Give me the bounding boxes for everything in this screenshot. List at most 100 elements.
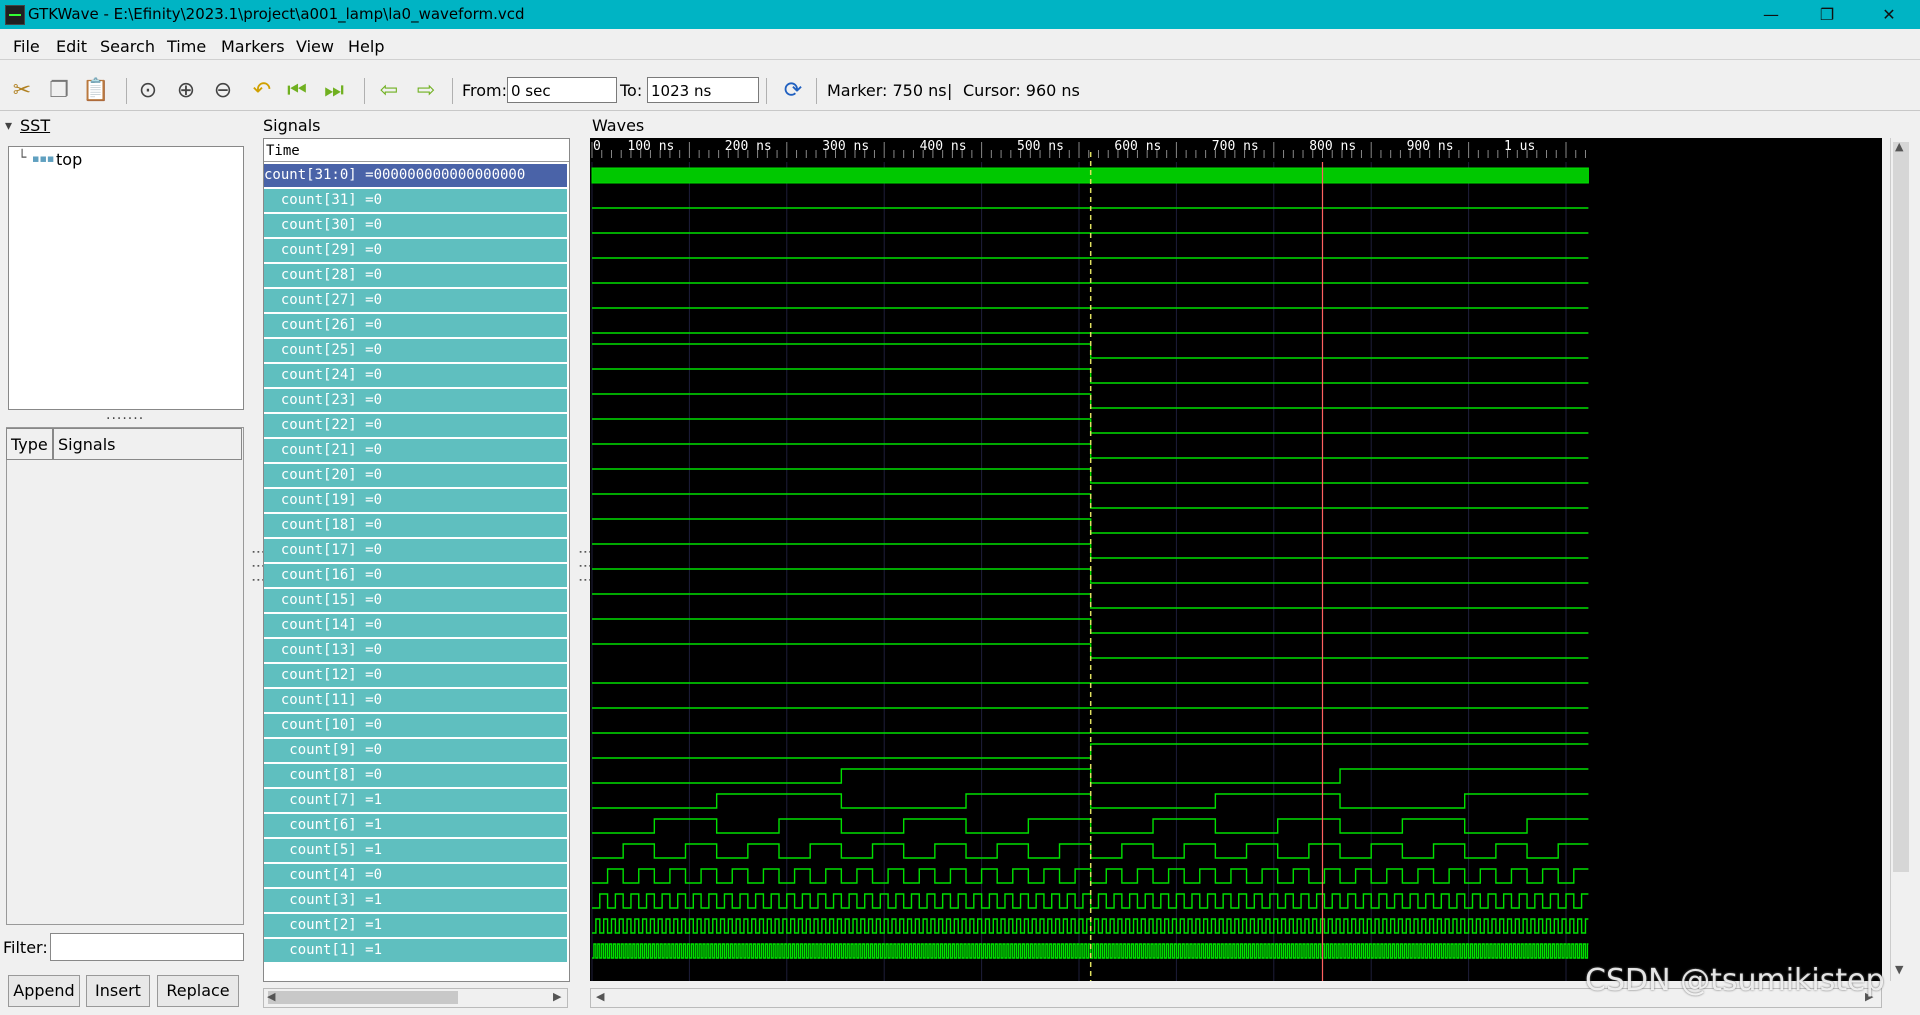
signal-row[interactable]: count[17] =0 xyxy=(264,539,567,562)
ruler-label: 800 ns xyxy=(1309,139,1356,154)
signal-row[interactable]: count[19] =0 xyxy=(264,489,567,512)
signal-row[interactable]: count[27] =0 xyxy=(264,289,567,312)
ruler-label: 600 ns xyxy=(1114,139,1161,154)
type-column-header[interactable]: Type xyxy=(6,428,53,460)
signal-row[interactable]: count[3] =1 xyxy=(264,889,567,912)
time-row-header: Time xyxy=(264,141,569,162)
signal-row[interactable]: count[31] =0 xyxy=(264,189,567,212)
waves-vscroll-thumb[interactable] xyxy=(1893,142,1909,872)
pane-resize-handle[interactable]: ······· xyxy=(106,411,144,427)
ruler-label: 300 ns xyxy=(822,139,869,154)
signal-row[interactable]: count[21] =0 xyxy=(264,439,567,462)
collapse-arrow-icon[interactable]: ▾ xyxy=(5,118,12,134)
gtkwave-app-icon xyxy=(5,5,25,25)
signal-row[interactable]: count[9] =0 xyxy=(264,739,567,762)
type-signals-list[interactable] xyxy=(6,427,244,925)
waves-panel-title: Waves xyxy=(592,116,645,135)
paste-icon[interactable]: 📋 xyxy=(82,76,110,104)
from-label: From: xyxy=(462,81,508,100)
toolbar-separator xyxy=(766,78,767,104)
signals-column-header[interactable]: Signals xyxy=(53,428,242,460)
tree-line-icon: └ xyxy=(18,150,27,166)
replace-button[interactable]: Replace xyxy=(157,975,239,1007)
zoom-end-icon[interactable]: ⏭ xyxy=(320,76,348,104)
signal-row[interactable]: count[15] =0 xyxy=(264,589,567,612)
from-time-input[interactable]: 0 sec xyxy=(507,77,617,103)
copy-icon[interactable]: ❐ xyxy=(45,76,73,104)
toolbar-separator xyxy=(126,78,127,104)
menu-bar xyxy=(0,29,1920,60)
undo-zoom-icon[interactable]: ↶ xyxy=(248,76,276,104)
minimize-button[interactable]: — xyxy=(1744,0,1798,29)
menu-file[interactable]: File xyxy=(13,37,40,56)
tree-item-top[interactable]: top xyxy=(56,150,82,169)
ruler-label: 100 ns xyxy=(627,139,674,154)
signal-row[interactable]: count[29] =0 xyxy=(264,239,567,262)
signal-row[interactable]: count[28] =0 xyxy=(264,264,567,287)
menu-search[interactable]: Search xyxy=(100,37,155,56)
signal-row[interactable]: count[6] =1 xyxy=(264,814,567,837)
zoom-in-icon[interactable]: ⊕ xyxy=(172,76,200,104)
signal-row-bus[interactable]: count[31:0] =000000000000000000 xyxy=(264,164,567,187)
zoom-start-icon[interactable]: ⏮ xyxy=(283,76,311,104)
insert-button[interactable]: Insert xyxy=(86,975,150,1007)
scroll-up-icon[interactable]: ▲ xyxy=(1895,140,1903,153)
signal-row[interactable]: count[4] =0 xyxy=(264,864,567,887)
waves-scroll-left-icon[interactable]: ◀ xyxy=(596,990,604,1003)
signal-row[interactable]: count[25] =0 xyxy=(264,339,567,362)
signal-row[interactable]: count[16] =0 xyxy=(264,564,567,587)
zoom-out-icon[interactable]: ⊖ xyxy=(209,76,237,104)
ruler-label: 0 xyxy=(593,139,601,154)
ruler-label: 900 ns xyxy=(1407,139,1454,154)
marker-readout: Marker: 750 ns xyxy=(827,81,947,100)
scroll-down-icon[interactable]: ▼ xyxy=(1895,963,1903,976)
signals-scroll-thumb[interactable] xyxy=(268,991,458,1004)
menu-edit[interactable]: Edit xyxy=(56,37,87,56)
signal-row[interactable]: count[12] =0 xyxy=(264,664,567,687)
signal-row[interactable]: count[11] =0 xyxy=(264,689,567,712)
signal-row[interactable]: count[14] =0 xyxy=(264,614,567,637)
zoom-fit-icon[interactable]: ⊙ xyxy=(134,76,162,104)
filter-input[interactable] xyxy=(50,933,244,961)
watermark: CSDN @tsumikistep xyxy=(1585,963,1885,998)
toolbar-separator xyxy=(816,78,817,104)
menu-view[interactable]: View xyxy=(296,37,334,56)
next-edge-icon[interactable]: ⇨ xyxy=(412,76,440,104)
signals-panel-title: Signals xyxy=(263,116,321,135)
append-button[interactable]: Append xyxy=(8,975,80,1007)
signal-row[interactable]: count[18] =0 xyxy=(264,514,567,537)
close-button[interactable]: ✕ xyxy=(1862,0,1916,29)
to-time-input[interactable]: 1023 ns xyxy=(647,77,759,103)
menu-time[interactable]: Time xyxy=(167,37,206,56)
signal-row[interactable]: count[7] =1 xyxy=(264,789,567,812)
prev-edge-icon[interactable]: ⇦ xyxy=(375,76,403,104)
menu-help[interactable]: Help xyxy=(348,37,384,56)
signal-row[interactable]: count[24] =0 xyxy=(264,364,567,387)
signal-row[interactable]: count[13] =0 xyxy=(264,639,567,662)
menu-markers[interactable]: Markers xyxy=(221,37,285,56)
signal-row[interactable]: count[30] =0 xyxy=(264,214,567,237)
signal-row[interactable]: count[26] =0 xyxy=(264,314,567,337)
scroll-right-icon[interactable]: ▶ xyxy=(553,990,561,1003)
waveform-canvas[interactable]: 0 100 ns 200 ns 300 ns 400 ns 500 ns 600 ns 700… xyxy=(590,138,1882,981)
reload-icon[interactable]: ⟳ xyxy=(779,76,807,104)
maximize-button[interactable]: ❐ xyxy=(1800,0,1854,29)
readout-separator: | xyxy=(947,81,953,100)
sst-tree-view[interactable] xyxy=(8,146,244,410)
signal-row[interactable]: count[8] =0 xyxy=(264,764,567,787)
signal-row[interactable]: count[2] =1 xyxy=(264,914,567,937)
signal-row[interactable]: count[5] =1 xyxy=(264,839,567,862)
signal-row[interactable]: count[1] =1 xyxy=(264,939,567,962)
signal-row[interactable]: count[10] =0 xyxy=(264,714,567,737)
wave-display[interactable]: 0 100 ns 200 ns 300 ns 400 ns 500 ns 600 ns 700… xyxy=(590,138,1882,981)
toolbar-separator xyxy=(364,78,365,104)
signal-row[interactable]: count[22] =0 xyxy=(264,414,567,437)
module-icon: ▪▪▪ xyxy=(32,152,55,165)
filter-label: Filter: xyxy=(3,938,48,957)
signal-row[interactable]: count[23] =0 xyxy=(264,389,567,412)
sst-title: SST xyxy=(20,116,51,135)
ruler-label: 700 ns xyxy=(1212,139,1259,154)
scroll-left-icon[interactable]: ◀ xyxy=(267,990,275,1003)
cut-icon[interactable]: ✂ xyxy=(8,76,36,104)
signal-row[interactable]: count[20] =0 xyxy=(264,464,567,487)
